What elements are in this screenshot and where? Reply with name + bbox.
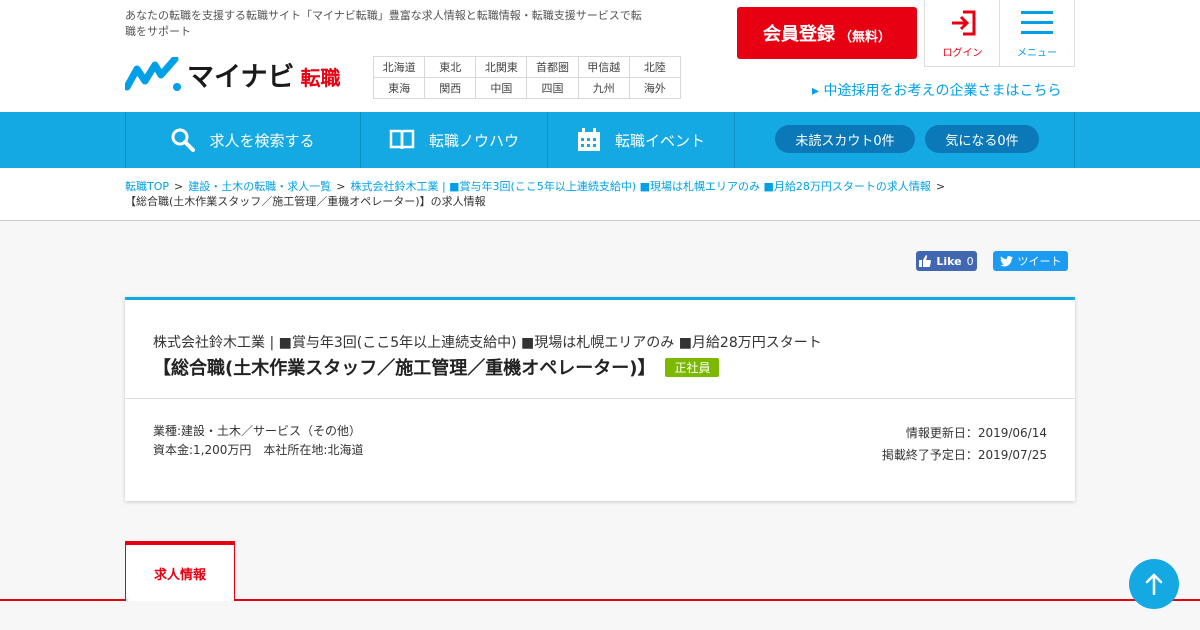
job-title: 【総合職(土木作業スタッフ／施工管理／重機オペレーター)】 bbox=[153, 358, 656, 379]
nav-event[interactable]: 転職イベント bbox=[547, 112, 734, 168]
end-date: 掲載終了予定日：2019/07/25 bbox=[881, 448, 1047, 462]
fb-like-count: 0 bbox=[966, 254, 974, 268]
breadcrumb-link[interactable]: 株式会社鈴木工業 | ■賞与年3回(ここ5年以上連続支給中) ■現場は札幌エリア… bbox=[350, 180, 930, 193]
nav-knowhow-label: 転職ノウハウ bbox=[428, 131, 519, 150]
login-label: ログイン bbox=[942, 48, 983, 59]
nav-search[interactable]: 求人を検索する bbox=[125, 112, 360, 168]
job-card-header: 株式会社鈴木工業 | ■賞与年3回(ここ5年以上連続支給中) ■現場は札幌エリア… bbox=[125, 300, 1075, 399]
mynavi-logo[interactable]: マイナビ 転職 bbox=[125, 56, 341, 93]
content-area bbox=[0, 601, 1200, 630]
fb-like-label: Like bbox=[936, 254, 962, 268]
menu-button[interactable]: メニュー bbox=[999, 0, 1075, 67]
company-meta: 業種:建設・土木／サービス（その他） 資本金:1,200万円 本社所在地:北海道 bbox=[153, 422, 363, 460]
region-link[interactable]: 北関東 bbox=[475, 56, 528, 78]
tweet-button[interactable]: ツイート bbox=[993, 251, 1068, 271]
employment-type-badge: 正社員 bbox=[665, 357, 720, 377]
breadcrumb-current: 【総合職(土木作業スタッフ／施工管理／重機オペレーター)】の求人情報 bbox=[125, 195, 486, 208]
job-title-row: 【総合職(土木作業スタッフ／施工管理／重機オペレーター)】 正社員 bbox=[153, 354, 720, 380]
favorite-button[interactable]: 気になる0件 bbox=[925, 125, 1039, 153]
calendar-icon bbox=[577, 128, 600, 151]
signup-free-label: （無料） bbox=[838, 29, 891, 45]
company-line: 株式会社鈴木工業 | ■賞与年3回(ここ5年以上連続支給中) ■現場は札幌エリア… bbox=[153, 335, 822, 351]
book-icon bbox=[389, 129, 415, 150]
breadcrumb-link[interactable]: 建設・土木の転職・求人一覧 bbox=[188, 180, 331, 193]
twitter-bird-icon bbox=[999, 255, 1013, 267]
corporate-link[interactable]: ▸ 中途採用をお考えの企業さまはこちら bbox=[812, 80, 1061, 100]
breadcrumb: 転職TOP > 建設・土木の転職・求人一覧 > 株式会社鈴木工業 | ■賞与年3回(ここ… bbox=[125, 179, 1075, 209]
region-link[interactable]: 首都圏 bbox=[526, 56, 579, 78]
hamburger-icon bbox=[1021, 11, 1053, 34]
login-icon bbox=[951, 10, 975, 36]
breadcrumb-link[interactable]: 転職TOP bbox=[125, 180, 169, 193]
logo-sub-text: 転職 bbox=[300, 65, 341, 90]
breadcrumb-area: 転職TOP > 建設・土木の転職・求人一覧 > 株式会社鈴木工業 | ■賞与年3回(ここ… bbox=[0, 168, 1200, 221]
nav-event-label: 転職イベント bbox=[614, 131, 705, 150]
breadcrumb-separator: > bbox=[336, 180, 346, 193]
thumbs-up-icon bbox=[919, 255, 932, 267]
search-icon bbox=[171, 128, 196, 152]
region-link[interactable]: 甲信越 bbox=[577, 56, 630, 78]
job-summary-card: 株式会社鈴木工業 | ■賞与年3回(ここ5年以上連続支給中) ■現場は札幌エリア… bbox=[125, 297, 1075, 501]
nav-search-label: 求人を検索する bbox=[209, 131, 315, 150]
scout-button[interactable]: 未読スカウト0件 bbox=[775, 125, 915, 153]
nav-knowhow[interactable]: 転職ノウハウ bbox=[360, 112, 547, 168]
breadcrumb-separator: > bbox=[174, 180, 184, 193]
back-to-top-button[interactable] bbox=[1129, 559, 1179, 609]
region-link[interactable]: 北陸 bbox=[628, 56, 682, 78]
site-tagline: あなたの転職を支援する転職サイト「マイナビ転職」豊富な求人情報と転職情報・転職支… bbox=[125, 9, 642, 38]
region-link[interactable]: 海外 bbox=[628, 77, 682, 99]
region-link[interactable]: 中国 bbox=[475, 77, 528, 99]
signup-label: 会員登録 bbox=[762, 24, 835, 45]
updated-date: 情報更新日：2019/06/14 bbox=[905, 426, 1047, 440]
region-link[interactable]: 関西 bbox=[424, 77, 477, 99]
signup-button[interactable]: 会員登録 （無料） bbox=[737, 7, 917, 59]
arrow-up-icon bbox=[1145, 573, 1163, 595]
region-link[interactable]: 北海道 bbox=[372, 56, 426, 78]
main-nav: 求人を検索する 転職ノウハウ 転職イベント 未読スカウト0件 気になる0件 bbox=[0, 112, 1200, 168]
menu-label: メニュー bbox=[1017, 48, 1057, 59]
breadcrumb-separator: > bbox=[935, 180, 946, 193]
facebook-like-button[interactable]: Like 0 bbox=[916, 251, 977, 271]
capital-location-text: 資本金:1,200万円 本社所在地:北海道 bbox=[153, 443, 364, 457]
tab-job-info[interactable]: 求人情報 bbox=[125, 541, 235, 601]
logo-mark-icon bbox=[125, 57, 181, 91]
site-header: あなたの転職を支援する転職サイト「マイナビ転職」豊富な求人情報と転職情報・転職支… bbox=[0, 0, 1200, 112]
industry-text: 業種:建設・土木／サービス（その他） bbox=[153, 424, 362, 438]
region-link[interactable]: 東北 bbox=[424, 56, 477, 78]
login-button[interactable]: ログイン bbox=[924, 0, 1000, 67]
tweet-label: ツイート bbox=[1017, 255, 1062, 268]
region-link[interactable]: 九州 bbox=[577, 77, 630, 99]
nav-divider bbox=[1074, 112, 1075, 168]
posting-dates: 情報更新日：2019/06/14 掲載終了予定日：2019/07/25 bbox=[882, 422, 1047, 466]
region-link[interactable]: 東海 bbox=[372, 77, 426, 99]
region-selector: 北海道 東北 北関東 首都圏 甲信越 北陸 東海 関西 中国 四国 九州 海外 bbox=[372, 56, 682, 99]
region-link[interactable]: 四国 bbox=[526, 77, 579, 99]
logo-text: マイナビ bbox=[187, 61, 295, 93]
